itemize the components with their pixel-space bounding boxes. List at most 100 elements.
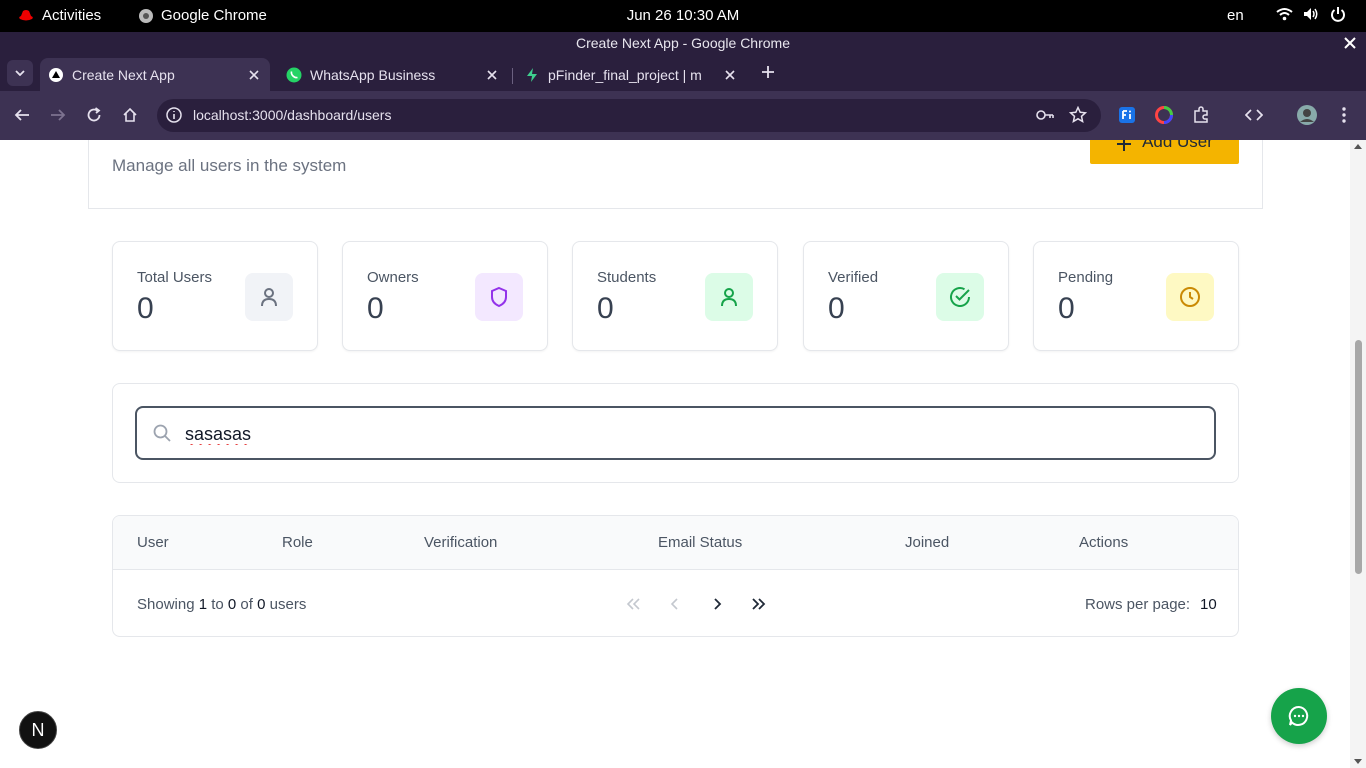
nextjs-logo-icon: N (31, 719, 45, 740)
arrow-left-icon (14, 109, 29, 121)
chevrons-right-icon (752, 598, 766, 610)
column-header-email-status: Email Status (658, 534, 743, 551)
chevrons-left-icon (626, 598, 640, 610)
forward-button[interactable] (48, 105, 68, 125)
browser-toolbar: localhost:3000/dashboard/users (0, 91, 1366, 140)
column-header-verification: Verification (424, 534, 498, 551)
site-info-icon[interactable] (165, 106, 183, 124)
new-tab-button[interactable] (758, 62, 778, 82)
search-input[interactable] (185, 420, 1195, 448)
color-picker-icon (1155, 106, 1173, 124)
tab-title: pFinder_final_project | m (548, 66, 702, 83)
user-icon (245, 273, 293, 321)
reload-button[interactable] (84, 105, 104, 125)
extension-fi-button[interactable] (1117, 105, 1137, 125)
profile-avatar[interactable] (1297, 105, 1317, 125)
tab-strip: Create Next App WhatsApp Business pFinde… (0, 54, 1366, 91)
stat-value: 0 (1058, 292, 1075, 325)
system-tray[interactable] (1276, 6, 1346, 22)
close-tab-icon[interactable] (722, 67, 738, 83)
avatar-icon (1297, 105, 1317, 125)
kebab-menu-icon (1342, 107, 1346, 123)
page-header-card: Manage all users in the system Add User (88, 140, 1263, 209)
nextjs-dev-indicator[interactable]: N (19, 711, 57, 749)
window-title-bar: Create Next App - Google Chrome (0, 32, 1366, 54)
stat-label: Pending (1058, 269, 1114, 286)
showing-count: Showing 1 to 0 of 0 users (137, 596, 307, 613)
key-icon[interactable] (1035, 107, 1055, 123)
volume-icon (1304, 8, 1318, 20)
plus-icon (1117, 140, 1132, 151)
supabase-icon (524, 67, 540, 83)
stat-value: 0 (597, 292, 614, 325)
scrollbar-thumb[interactable] (1355, 340, 1362, 574)
column-header-user: User (137, 534, 169, 551)
chat-bubble-icon (1288, 705, 1309, 726)
column-header-actions: Actions (1079, 534, 1129, 551)
chevron-down-icon (15, 70, 25, 76)
page-scrollbar[interactable] (1350, 140, 1366, 768)
back-button[interactable] (12, 105, 32, 125)
wifi-icon (1276, 8, 1293, 21)
window-title: Create Next App - Google Chrome (576, 35, 790, 51)
stat-value: 0 (137, 292, 154, 325)
extensions-button[interactable] (1191, 105, 1211, 125)
chevron-right-icon (714, 598, 722, 610)
add-user-button[interactable]: Add User (1090, 140, 1239, 164)
stat-value: 0 (367, 292, 384, 325)
tab-title: Create Next App (72, 66, 175, 83)
table-header: User Role Verification Email Status Join… (113, 516, 1238, 570)
prev-page-button[interactable] (665, 594, 685, 614)
chrome-menu-button[interactable] (1334, 105, 1354, 125)
users-table: User Role Verification Email Status Join… (112, 515, 1239, 637)
tab-create-next-app[interactable]: Create Next App (40, 58, 270, 91)
clock[interactable]: Jun 26 10:30 AM (0, 7, 1366, 24)
tab-separator (512, 68, 513, 84)
rows-per-page-label: Rows per page: (1085, 596, 1191, 613)
stat-card-total-users: Total Users 0 (112, 241, 318, 351)
devtools-button[interactable] (1244, 105, 1264, 125)
plus-icon (762, 66, 774, 78)
power-icon (1331, 7, 1345, 22)
system-top-bar: Activities Google Chrome Jun 26 10:30 AM… (0, 0, 1366, 32)
bookmark-star-icon[interactable] (1069, 106, 1087, 124)
tab-search-button[interactable] (7, 60, 33, 86)
code-icon (1245, 109, 1263, 121)
stat-value: 0 (828, 292, 845, 325)
window-close-icon[interactable] (1342, 35, 1358, 51)
fi-extension-icon (1119, 107, 1135, 123)
scroll-up-arrow-icon[interactable] (1354, 144, 1362, 149)
home-button[interactable] (120, 105, 140, 125)
chevron-left-icon (670, 598, 678, 610)
scroll-down-arrow-icon[interactable] (1354, 759, 1362, 764)
arrow-right-icon (51, 109, 66, 121)
shield-icon (475, 273, 523, 321)
close-tab-icon[interactable] (246, 67, 262, 83)
add-user-label: Add User (1142, 140, 1213, 151)
stat-label: Owners (367, 269, 419, 286)
user-icon (705, 273, 753, 321)
url-text[interactable]: localhost:3000/dashboard/users (193, 107, 391, 123)
next-page-button[interactable] (707, 594, 727, 614)
rows-per-page-select[interactable]: 10 (1200, 596, 1217, 613)
tab-whatsapp-business[interactable]: WhatsApp Business (278, 58, 508, 91)
clock-icon (1166, 273, 1214, 321)
close-tab-icon[interactable] (484, 67, 500, 83)
search-field[interactable] (135, 406, 1216, 460)
tab-pfinder-project[interactable]: pFinder_final_project | m (516, 58, 746, 91)
extension-color-button[interactable] (1154, 105, 1174, 125)
stat-card-students: Students 0 (572, 241, 778, 351)
home-icon (123, 107, 137, 122)
puzzle-icon (1194, 106, 1208, 123)
search-icon (153, 424, 171, 442)
language-indicator[interactable]: en (1227, 7, 1244, 24)
last-page-button[interactable] (749, 594, 769, 614)
table-pagination: Showing 1 to 0 of 0 users Rows per page:… (113, 570, 1238, 636)
page-subtitle: Manage all users in the system (112, 156, 347, 175)
stat-label: Total Users (137, 269, 213, 286)
column-header-joined: Joined (905, 534, 950, 551)
address-bar[interactable]: localhost:3000/dashboard/users (157, 99, 1101, 132)
first-page-button[interactable] (623, 594, 643, 614)
stat-label: Verified (828, 269, 879, 286)
chat-button[interactable] (1271, 688, 1327, 744)
